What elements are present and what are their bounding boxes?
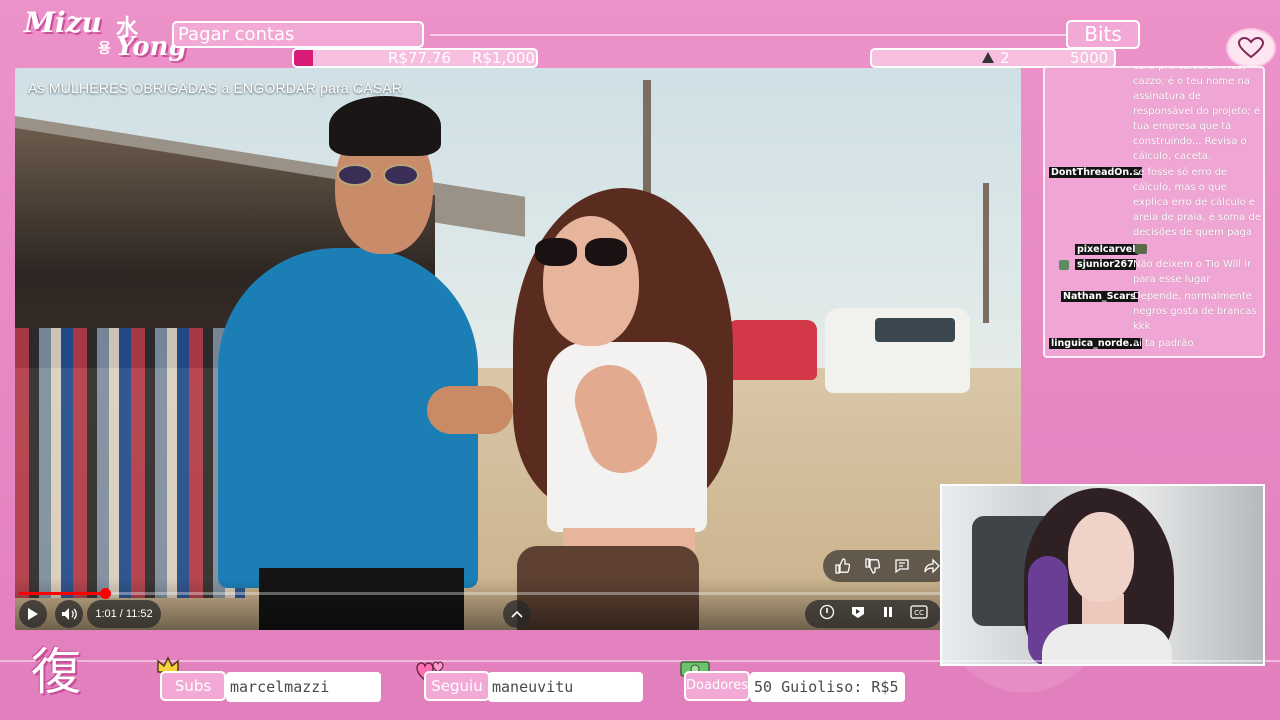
- donation-goal-fill: [294, 50, 313, 66]
- donation-goal-current: R$77.76: [388, 49, 451, 67]
- bits-goal-target: 5000: [1070, 49, 1109, 67]
- chat-message-text: cara pra calcular. Mas, cazzo: é o teu n…: [1133, 66, 1261, 162]
- bits-gem-icon: [982, 52, 994, 63]
- donors-label: Doadores: [684, 671, 750, 701]
- share-icon[interactable]: [922, 556, 942, 576]
- cc-icon[interactable]: CC: [909, 604, 928, 624]
- video-progress-played: [19, 592, 105, 595]
- chat-badge-icon: [1059, 260, 1069, 270]
- chat-message-text: Não deixem o Tio Will ir para esse lugar: [1133, 259, 1252, 285]
- video-title: As MULHERES OBRIGADAS a ENGORDAR para CA…: [28, 80, 403, 96]
- video-person-man-hand-mic: [427, 386, 513, 434]
- follow-latest: maneuvitu: [488, 672, 643, 702]
- chat-username[interactable]: DontThreadOn...: [1049, 167, 1142, 178]
- chat-message-text: ai ta padrão: [1133, 338, 1194, 349]
- video-time: 1:01 / 11:52: [87, 600, 161, 628]
- pause-icon[interactable]: [881, 605, 895, 624]
- logo-text-mizu: Mizu: [24, 6, 102, 39]
- chat-message-text: se fosse só erro de cálculo, mas o que e…: [1133, 167, 1261, 238]
- subs-latest: marcelmazzi: [226, 672, 381, 702]
- chat-username[interactable]: linguica_norde...: [1049, 338, 1142, 349]
- top-divider: [430, 34, 1070, 36]
- subs-label: Subs: [160, 671, 226, 701]
- dislike-icon[interactable]: [862, 556, 882, 576]
- streamer-face: [1068, 512, 1134, 602]
- heart-chat-icon: [1226, 28, 1276, 68]
- donation-goal-bar: R$77.76 R$1,000: [292, 48, 538, 68]
- decorative-kanji: 復: [31, 643, 81, 701]
- video-player[interactable]: As MULHERES OBRIGADAS a ENGORDAR para CA…: [15, 68, 1021, 630]
- volume-icon: [62, 608, 77, 620]
- like-icon[interactable]: [832, 556, 852, 576]
- chat-emote-icon: [1135, 244, 1147, 254]
- donation-goal-label: Pagar contas: [172, 21, 424, 48]
- play-icon: [28, 608, 38, 620]
- video-scene-clothes-rack: [15, 328, 245, 598]
- video-scene-white-van: [825, 308, 970, 393]
- video-progress-bar[interactable]: [19, 588, 1015, 599]
- comment-icon[interactable]: [892, 556, 912, 576]
- autoplay-icon[interactable]: [850, 604, 866, 625]
- video-person-man-hair: [329, 96, 441, 156]
- video-right-controls: CC: [805, 600, 941, 628]
- video-person-woman-head: [543, 216, 639, 346]
- video-person-woman-sunglasses: [535, 238, 629, 268]
- webcam-feed: [940, 484, 1265, 666]
- video-progress-handle[interactable]: [99, 588, 111, 599]
- chat-message-text: Depende, normalmente negros gosta de bra…: [1133, 291, 1257, 332]
- channel-logo: Mizu 水 용 Yong: [24, 6, 187, 64]
- donation-goal-target: R$1,000: [472, 49, 535, 67]
- svg-text:CC: CC: [914, 609, 924, 617]
- chat-username[interactable]: Nathan_Scars: [1061, 291, 1138, 302]
- donors-ticker: 50 Guioliso: R$5 m: [750, 672, 905, 702]
- logo-hangul: 용: [98, 41, 111, 57]
- video-scene-red-car: [727, 320, 817, 380]
- expand-button[interactable]: [503, 600, 531, 628]
- chat-username[interactable]: sjunior267: [1075, 259, 1136, 270]
- bits-goal-label: Bits: [1066, 20, 1140, 49]
- chat-username[interactable]: pixelcarvel: [1075, 244, 1138, 255]
- play-button[interactable]: [19, 600, 47, 628]
- volume-button[interactable]: [55, 600, 83, 628]
- bottom-divider: [0, 660, 1280, 662]
- skip-icon[interactable]: [819, 604, 835, 625]
- chat-panel: cara pra calcular. Mas, cazzo: é o teu n…: [1043, 66, 1265, 358]
- video-scene-pole: [983, 183, 989, 323]
- video-person-man-sunglasses: [337, 164, 421, 186]
- bits-goal-current: 2: [1000, 49, 1010, 67]
- video-controls: 1:01 / 11:52 CC: [15, 578, 1021, 630]
- chevron-up-icon: [511, 610, 523, 618]
- follow-label: Seguiu: [424, 671, 490, 701]
- bits-goal-bar: 2 5000: [870, 48, 1116, 68]
